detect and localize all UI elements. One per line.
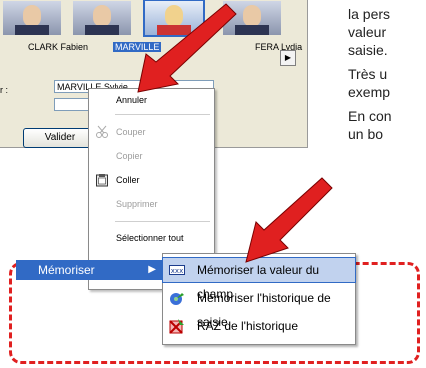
annotation-arrows (137, 3, 333, 263)
red-arrow-icon (137, 3, 237, 93)
red-arrow-icon (245, 177, 333, 263)
